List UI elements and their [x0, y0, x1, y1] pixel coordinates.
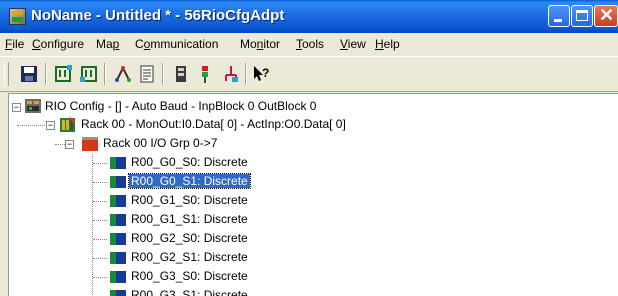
- menu-configure[interactable]: Configure: [32, 37, 84, 51]
- tree-line: [93, 201, 107, 202]
- toolbar-separator: [162, 63, 164, 85]
- tree-node-rio-config[interactable]: − RIO Config - [] - Auto Baud - InpBlock…: [9, 98, 609, 116]
- discrete-module-icon: [110, 233, 126, 248]
- tree-line: [17, 125, 45, 126]
- menu-view[interactable]: View: [340, 37, 366, 51]
- menu-help[interactable]: Help: [375, 37, 400, 51]
- properties-icon[interactable]: [138, 65, 156, 83]
- tree-node-label: R00_G2_S0: Discrete: [131, 231, 248, 245]
- tree-node-label: RIO Config - [] - Auto Baud - InpBlock 0…: [45, 99, 317, 113]
- minimize-button[interactable]: [548, 5, 570, 27]
- tree-node-slot[interactable]: R00_G1_S1: Discrete: [9, 211, 609, 229]
- tree-line: [93, 163, 107, 164]
- close-icon: ✕: [599, 5, 615, 25]
- upload-icon[interactable]: [80, 65, 98, 83]
- toolbar-separator: [245, 63, 247, 85]
- context-help-icon[interactable]: ?: [252, 65, 270, 83]
- maximize-button[interactable]: [571, 5, 593, 27]
- tree-node-slot[interactable]: R00_G1_S0: Discrete: [9, 192, 609, 210]
- app-icon[interactable]: [9, 8, 26, 25]
- menu-communication[interactable]: Communication: [135, 37, 218, 51]
- tree-node-label: R00_G0_S1: Discrete: [128, 173, 251, 189]
- collapse-toggle[interactable]: −: [12, 103, 21, 112]
- discrete-module-icon: [110, 195, 126, 210]
- connection-icon[interactable]: [222, 65, 240, 83]
- tree-node-slot[interactable]: R00_G2_S1: Discrete: [9, 249, 609, 267]
- discrete-module-icon: [110, 271, 126, 286]
- tree-node-slot[interactable]: R00_G3_S0: Discrete: [9, 268, 609, 286]
- tree-node-slot[interactable]: R00_G2_S0: Discrete: [9, 230, 609, 248]
- tree-line: [93, 182, 107, 183]
- save-icon[interactable]: [20, 65, 38, 83]
- close-button[interactable]: ✕: [594, 5, 618, 27]
- toolbar: ?: [0, 56, 618, 92]
- menu-monitor[interactable]: Monitor: [240, 37, 280, 51]
- network-icon[interactable]: [114, 65, 132, 83]
- discrete-module-icon: [110, 252, 126, 267]
- toolbar-separator: [45, 63, 47, 85]
- menu-map[interactable]: Map: [96, 37, 119, 51]
- svg-text:?: ?: [262, 66, 269, 80]
- menu-tools[interactable]: Tools: [296, 37, 324, 51]
- discrete-module-icon: [110, 176, 126, 191]
- title-bar[interactable]: NoName - Untitled * - 56RioCfgAdpt ✕: [0, 0, 618, 33]
- status-icon[interactable]: [196, 65, 214, 83]
- io-group-icon: [81, 136, 99, 155]
- tree-node-label: R00_G1_S1: Discrete: [131, 212, 248, 226]
- tree-line: [93, 277, 107, 278]
- tree-line: [93, 258, 107, 259]
- tree-node-label: R00_G3_S1: Discrete: [131, 288, 248, 296]
- toolbar-grip[interactable]: [4, 62, 9, 86]
- rio-adapter-icon: [24, 98, 42, 117]
- tree-node-label: Rack 00 I/O Grp 0->7: [103, 136, 218, 150]
- tree-node-label: R00_G0_S0: Discrete: [131, 155, 248, 169]
- toolbar-separator: [104, 63, 106, 85]
- collapse-toggle[interactable]: −: [46, 121, 55, 130]
- menu-bar: File Configure Map Communication Monitor…: [0, 33, 618, 55]
- download-icon[interactable]: [54, 65, 72, 83]
- config-tree[interactable]: − RIO Config - [] - Auto Baud - InpBlock…: [8, 93, 618, 296]
- tree-line: [93, 220, 107, 221]
- tree-node-slot[interactable]: R00_G3_S1: Discrete: [9, 287, 609, 296]
- discrete-module-icon: [110, 214, 126, 229]
- tree-node-slot[interactable]: R00_G0_S1: Discrete: [9, 173, 609, 191]
- io-module-icon[interactable]: [172, 65, 190, 83]
- tree-line: [93, 239, 107, 240]
- tree-node-label: R00_G1_S0: Discrete: [131, 193, 248, 207]
- tree-line: [55, 144, 65, 145]
- collapse-toggle[interactable]: −: [65, 140, 74, 149]
- discrete-module-icon: [110, 157, 126, 172]
- tree-node-slot[interactable]: R00_G0_S0: Discrete: [9, 154, 609, 172]
- discrete-module-icon: [110, 290, 126, 296]
- tree-node-label: R00_G2_S1: Discrete: [131, 250, 248, 264]
- tree-node-rack[interactable]: − Rack 00 - MonOut:I0.Data[ 0] - ActInp:…: [9, 116, 609, 134]
- menu-file[interactable]: File: [5, 37, 24, 51]
- tree-node-io-group[interactable]: − Rack 00 I/O Grp 0->7: [9, 135, 609, 153]
- tree-node-label: R00_G3_S0: Discrete: [131, 269, 248, 283]
- tree-node-label: Rack 00 - MonOut:I0.Data[ 0] - ActInp:O0…: [81, 117, 346, 131]
- rack-icon: [59, 116, 77, 136]
- window-title: NoName - Untitled * - 56RioCfgAdpt: [31, 7, 285, 24]
